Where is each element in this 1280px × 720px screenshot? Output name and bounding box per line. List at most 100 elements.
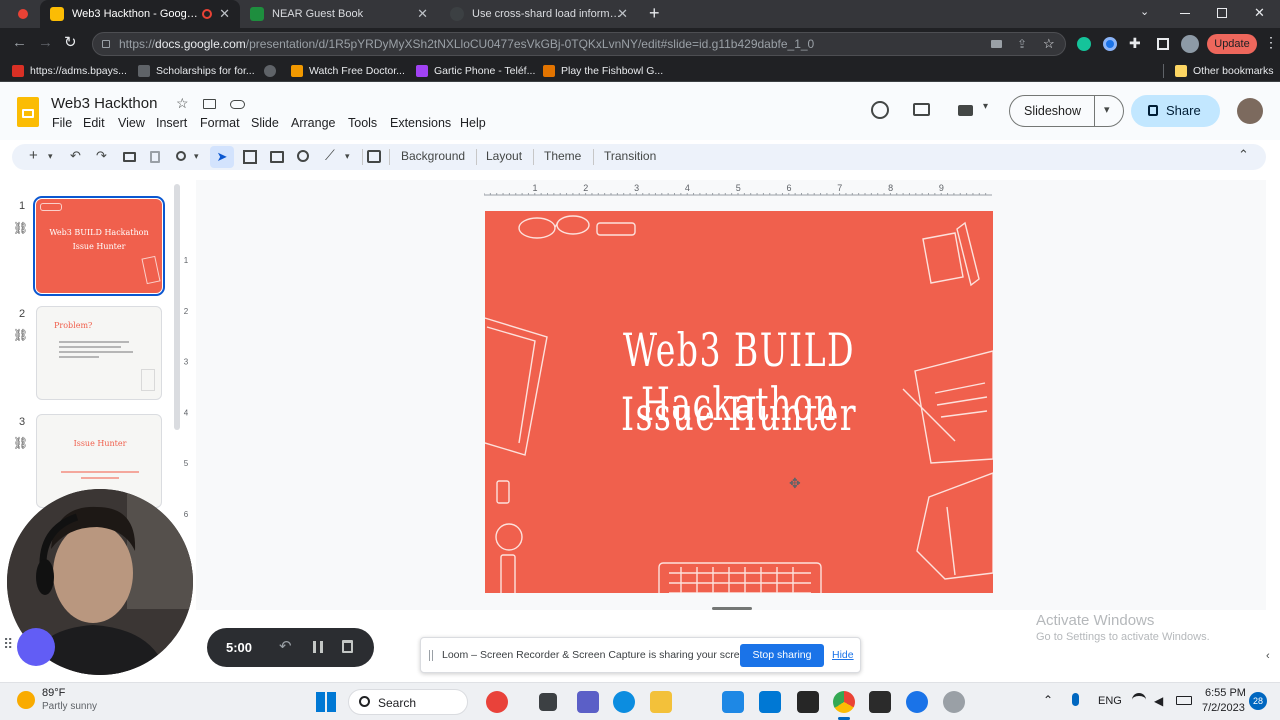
insert-image-icon[interactable] bbox=[270, 151, 284, 163]
profile-avatar[interactable] bbox=[1181, 35, 1199, 53]
collapse-menus-icon[interactable]: ⌃ bbox=[1238, 147, 1249, 163]
side-panel-icon[interactable] bbox=[1157, 38, 1169, 50]
tab-cross-shard[interactable]: Use cross-shard load information ✕ bbox=[440, 0, 638, 28]
settings-app-icon[interactable] bbox=[943, 691, 965, 713]
store-icon[interactable] bbox=[759, 691, 781, 713]
menu-tools[interactable]: Tools bbox=[348, 116, 377, 130]
battery-icon[interactable] bbox=[1176, 696, 1192, 705]
version-history-icon[interactable] bbox=[871, 101, 889, 119]
tab-search-icon[interactable]: ⌄ bbox=[1140, 5, 1149, 18]
teams-icon[interactable] bbox=[577, 691, 599, 713]
tab-near-guest-book[interactable]: NEAR Guest Book ✕ bbox=[240, 0, 438, 28]
delete-icon[interactable] bbox=[342, 640, 353, 653]
loom-button-icon[interactable] bbox=[17, 628, 55, 666]
notification-badge[interactable]: 28 bbox=[1249, 692, 1267, 710]
edge-icon[interactable] bbox=[613, 691, 635, 713]
theme-button[interactable]: Theme bbox=[544, 149, 581, 163]
slide-title-line-2[interactable]: Issue Hunter bbox=[556, 387, 922, 441]
minimize-icon[interactable] bbox=[1180, 13, 1190, 14]
redo-icon[interactable]: ↷ bbox=[96, 148, 107, 164]
new-slide-icon[interactable]: + bbox=[29, 147, 38, 164]
back-icon[interactable]: ← bbox=[12, 34, 27, 51]
zoom-dropdown-icon[interactable]: ▾ bbox=[194, 151, 199, 162]
menu-view[interactable]: View bbox=[118, 116, 145, 130]
window-close-icon[interactable]: ✕ bbox=[1254, 5, 1265, 21]
menu-format[interactable]: Format bbox=[200, 116, 240, 130]
add-comment-icon[interactable] bbox=[367, 150, 381, 163]
menu-help[interactable]: Help bbox=[460, 116, 486, 130]
stop-sharing-button[interactable]: Stop sharing bbox=[740, 644, 824, 667]
hidden-icons-chevron-icon[interactable]: ⌃ bbox=[1043, 693, 1053, 707]
pause-icon[interactable] bbox=[313, 641, 323, 653]
weather-icon[interactable] bbox=[17, 691, 35, 709]
menu-edit[interactable]: Edit bbox=[83, 116, 105, 130]
line-tool-icon[interactable]: ⟋ bbox=[325, 147, 335, 164]
terminal-icon[interactable] bbox=[869, 691, 891, 713]
bookmark-fishbowl[interactable]: Play the Fishbowl G... bbox=[543, 63, 663, 79]
microphone-icon[interactable] bbox=[1072, 693, 1079, 706]
weather-temp[interactable]: 89°F bbox=[42, 687, 65, 699]
extensions-puzzle-icon[interactable]: ✚ bbox=[1129, 35, 1141, 52]
language-indicator[interactable]: ENG bbox=[1098, 695, 1122, 707]
chrome-menu-icon[interactable]: ⋮ bbox=[1264, 34, 1278, 51]
close-tab-icon[interactable]: ✕ bbox=[219, 6, 230, 22]
meet-camera-icon[interactable] bbox=[958, 105, 973, 116]
menu-extensions[interactable]: Extensions bbox=[390, 116, 451, 130]
task-view-icon[interactable] bbox=[539, 693, 557, 711]
print-icon[interactable] bbox=[123, 152, 136, 162]
menu-slide[interactable]: Slide bbox=[251, 116, 279, 130]
bookmark-watch-doctor[interactable]: Watch Free Doctor... bbox=[291, 63, 405, 79]
star-icon[interactable]: ☆ bbox=[176, 95, 189, 112]
app-icon[interactable] bbox=[797, 691, 819, 713]
update-button[interactable]: Update bbox=[1207, 34, 1257, 54]
shape-icon[interactable] bbox=[297, 150, 309, 162]
maximize-icon[interactable] bbox=[1217, 8, 1227, 18]
bookmark-gartic[interactable]: Gartic Phone - Teléf... bbox=[416, 63, 535, 79]
menu-arrange[interactable]: Arrange bbox=[291, 116, 335, 130]
network-app-icon[interactable] bbox=[906, 691, 928, 713]
comments-icon[interactable] bbox=[913, 103, 930, 116]
undo-icon[interactable]: ↶ bbox=[70, 148, 81, 164]
bookmark-adms[interactable]: https://adms.bpays... bbox=[12, 63, 127, 79]
windows-start-icon[interactable] bbox=[316, 692, 336, 712]
background-button[interactable]: Background bbox=[401, 149, 465, 163]
paint-format-icon[interactable] bbox=[150, 151, 160, 163]
new-slide-dropdown-icon[interactable]: ▾ bbox=[48, 151, 53, 162]
extension-blue-icon[interactable] bbox=[1103, 37, 1117, 51]
restart-icon[interactable]: ↶ bbox=[279, 637, 292, 655]
share-button[interactable]: Share bbox=[1131, 95, 1220, 127]
menu-file[interactable]: File bbox=[52, 116, 72, 130]
share-page-icon[interactable]: ⇪ bbox=[1017, 33, 1027, 55]
camera-blocked-icon[interactable] bbox=[991, 40, 1002, 48]
taskbar-app-icon[interactable] bbox=[486, 691, 508, 713]
slides-logo-icon[interactable] bbox=[17, 97, 39, 127]
transition-button[interactable]: Transition bbox=[604, 149, 656, 163]
current-slide[interactable]: Web3 BUILD Hackathon Issue Hunter ✥ bbox=[485, 211, 993, 593]
layout-button[interactable]: Layout bbox=[486, 149, 522, 163]
account-avatar[interactable] bbox=[1237, 98, 1263, 124]
notes-drag-handle[interactable] bbox=[712, 607, 752, 610]
slide-thumbnail-2[interactable]: Problem? bbox=[36, 306, 162, 400]
vscode-icon[interactable] bbox=[722, 691, 744, 713]
show-side-panel-icon[interactable]: ‹ bbox=[1266, 650, 1270, 662]
slideshow-dropdown-icon[interactable]: ▾ bbox=[1104, 103, 1110, 116]
drag-handle-icon[interactable] bbox=[429, 650, 433, 661]
move-folder-icon[interactable] bbox=[203, 99, 216, 109]
close-tab-icon[interactable]: ✕ bbox=[617, 6, 628, 22]
meet-dropdown-icon[interactable]: ▾ bbox=[983, 101, 988, 112]
reload-icon[interactable]: ↻ bbox=[64, 33, 77, 51]
select-tool-icon[interactable]: ➤ bbox=[210, 146, 234, 168]
new-tab-icon[interactable]: + bbox=[649, 3, 660, 24]
close-tab-icon[interactable]: ✕ bbox=[417, 6, 428, 22]
slideshow-button[interactable]: Slideshow ▾ bbox=[1009, 95, 1124, 127]
clock-time[interactable]: 6:55 PM bbox=[1205, 687, 1246, 699]
bookmark-scholarships[interactable]: Scholarships for for... bbox=[138, 63, 255, 79]
apps-grid-icon[interactable]: ⠿ bbox=[3, 636, 13, 653]
forward-icon[interactable]: → bbox=[38, 34, 53, 51]
document-title[interactable]: Web3 Hackthon bbox=[51, 95, 157, 112]
other-bookmarks[interactable]: Other bookmarks bbox=[1175, 63, 1274, 79]
file-explorer-icon[interactable] bbox=[650, 691, 672, 713]
clock-date[interactable]: 7/2/2023 bbox=[1202, 702, 1245, 714]
line-dropdown-icon[interactable]: ▾ bbox=[345, 151, 350, 162]
volume-icon[interactable]: ◀ bbox=[1154, 694, 1163, 708]
